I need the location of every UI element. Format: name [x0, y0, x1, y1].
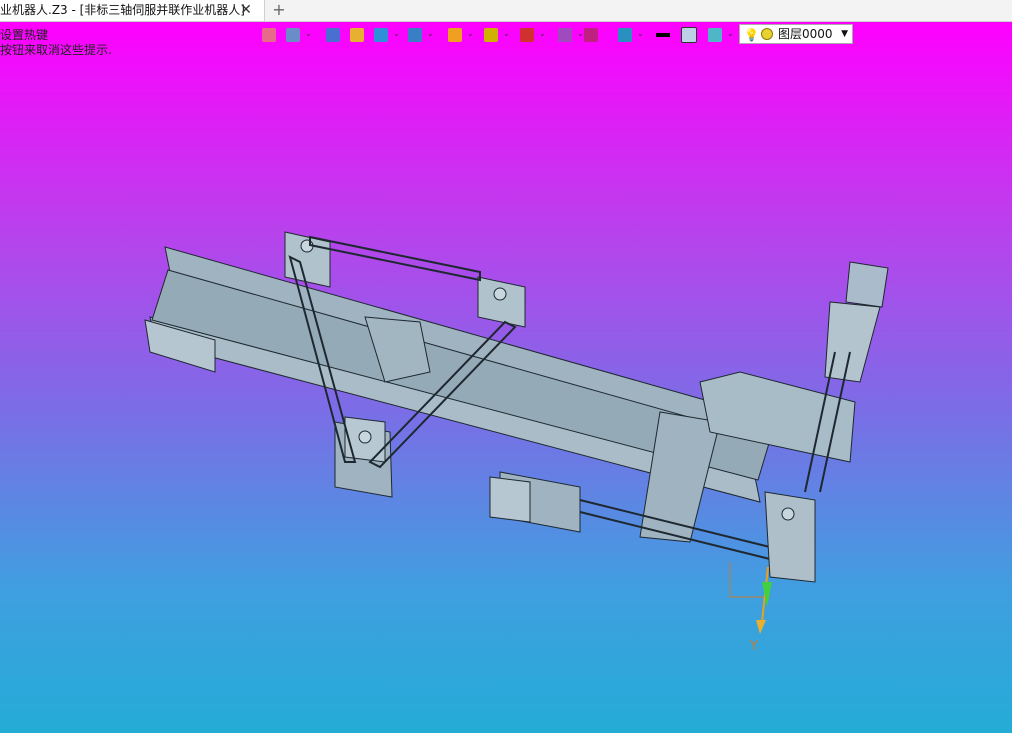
tab-bar: 业机器人.Z3 - [非标三轴伺服并联作业机器人] ✕ + [0, 0, 1012, 22]
rail-motor [489, 476, 531, 523]
robot-model: Y [144, 231, 889, 654]
document-tab[interactable]: 业机器人.Z3 - [非标三轴伺服并联作业机器人] ✕ [0, 0, 265, 21]
3d-viewport[interactable]: 设置热键 按钮来取消这些提示. ⌄ ⌄ ⌄ ⌄ ⌄ ⌄ ⌄ ⌄ ⌄ 💡 图层0000 ▼ [0, 22, 1012, 733]
upper-link [309, 235, 481, 282]
top-right-motor-shaft [493, 287, 507, 301]
y-axis-label: Y [749, 639, 758, 654]
vertical-actuator-top [845, 261, 889, 308]
new-tab-button[interactable]: + [270, 0, 288, 21]
end-motor-shaft [781, 507, 795, 521]
axis-indicator [729, 562, 772, 634]
vertical-actuator [824, 301, 881, 383]
close-icon[interactable]: ✕ [238, 0, 254, 21]
y-axis-arrowhead [756, 620, 766, 634]
top-right-motor [477, 276, 526, 328]
left-motor-shaft [358, 430, 372, 444]
end-motor [764, 491, 816, 583]
document-tab-title: 业机器人.Z3 - [非标三轴伺服并联作业机器人] [0, 3, 245, 17]
